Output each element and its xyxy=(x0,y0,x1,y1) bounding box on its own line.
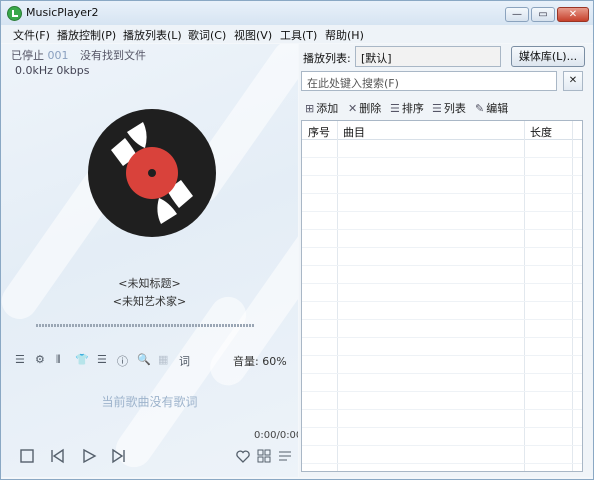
media-library-button[interactable]: 媒体库(L)... xyxy=(511,46,585,67)
grid-view-icon[interactable] xyxy=(256,448,272,464)
list-icon[interactable]: ☰ xyxy=(15,353,25,366)
table-row xyxy=(302,445,582,446)
playlist-label: 播放列表: xyxy=(303,52,351,65)
lyrics-area: 当前歌曲没有歌词 xyxy=(101,395,198,409)
table-row xyxy=(302,463,582,464)
column-header-index[interactable]: 序号 xyxy=(308,124,330,140)
table-row xyxy=(302,265,582,266)
lyrics-icon[interactable]: 词 xyxy=(179,353,190,369)
book-icon[interactable]: ▦ xyxy=(158,353,168,366)
table-row xyxy=(302,391,582,392)
column-divider xyxy=(572,121,573,471)
edit-button[interactable]: ✎ 编辑 xyxy=(475,100,508,116)
add-label: 添加 xyxy=(316,102,339,115)
app-logo-icon xyxy=(7,6,22,21)
table-row xyxy=(302,337,582,338)
edit-icon: ✎ xyxy=(475,102,485,115)
album-disc-icon xyxy=(88,109,216,237)
menu-icon[interactable]: ☰ xyxy=(97,353,107,366)
previous-button[interactable] xyxy=(49,448,65,464)
column-divider xyxy=(337,121,338,471)
track-number: 001 xyxy=(47,49,69,62)
table-row xyxy=(302,319,582,320)
menu-lyrics[interactable]: 歌词(C) xyxy=(188,27,226,43)
stop-button[interactable] xyxy=(19,448,35,464)
menu-help[interactable]: 帮助(H) xyxy=(325,27,364,43)
clear-search-button[interactable]: ✕ xyxy=(563,71,583,91)
list-icon: ☰ xyxy=(432,102,442,115)
equalizer-icon[interactable]: ⫴ xyxy=(56,353,61,367)
edit-label: 编辑 xyxy=(486,102,509,115)
shirt-icon[interactable]: 👕 xyxy=(75,353,89,366)
playlist-panel: 播放列表: [默认] 媒体库(L)... 在此处键入搜索(F) ✕ ⊞ 添加 ✕ 删… xyxy=(299,44,593,477)
menu-tools[interactable]: 工具(T) xyxy=(280,27,317,43)
main-window: MusicPlayer2 — ▭ ✕ 文件(F) 播放控制(P) 播放列表(L)… xyxy=(0,0,594,480)
time-display: 0:00/0:00 xyxy=(254,430,298,441)
play-button[interactable] xyxy=(81,448,97,464)
maximize-icon: ▭ xyxy=(538,9,548,20)
delete-icon: ✕ xyxy=(348,102,358,115)
table-row xyxy=(302,409,582,410)
bitrate-info: 0.0kHz 0kbps xyxy=(15,64,90,77)
menu-view[interactable]: 视图(V) xyxy=(234,27,272,43)
delete-button[interactable]: ✕ 删除 xyxy=(348,100,381,116)
close-icon: ✕ xyxy=(568,9,578,20)
menu-bar: 文件(F) 播放控制(P) 播放列表(L) 歌词(C) 视图(V) 工具(T) … xyxy=(1,25,593,43)
add-icon: ⊞ xyxy=(305,102,315,115)
close-button[interactable]: ✕ xyxy=(557,7,589,22)
table-row xyxy=(302,301,582,302)
list-button[interactable]: ☰ 列表 xyxy=(432,100,466,116)
table-row xyxy=(302,373,582,374)
playlist-name-field[interactable]: [默认] xyxy=(355,46,501,67)
table-row xyxy=(302,193,582,194)
menu-playback[interactable]: 播放控制(P) xyxy=(57,27,116,43)
table-row xyxy=(302,283,582,284)
table-row xyxy=(302,247,582,248)
song-title: <未知标题> xyxy=(118,277,181,290)
table-row xyxy=(302,229,582,230)
player-panel: 已停止 001 没有找到文件 0.0kHz 0kbps <未知标题> <未知艺术… xyxy=(1,44,298,477)
table-row xyxy=(302,211,582,212)
info-icon[interactable]: ⓘ xyxy=(117,353,128,369)
next-button[interactable] xyxy=(111,448,127,464)
volume-indicator[interactable]: 音量: 60% xyxy=(233,353,287,369)
maximize-button[interactable]: ▭ xyxy=(531,7,555,22)
search-input[interactable]: 在此处键入搜索(F) xyxy=(301,71,557,91)
table-row xyxy=(302,355,582,356)
artist-name: <未知艺术家> xyxy=(112,295,187,308)
sort-label: 排序 xyxy=(401,102,424,115)
search-icon[interactable]: 🔍 xyxy=(137,353,151,366)
table-row xyxy=(302,157,582,158)
status-message: 没有找到文件 xyxy=(80,49,146,62)
settings-icon[interactable]: ⚙ xyxy=(35,353,45,366)
playlist-table[interactable]: 序号 曲目 长度 xyxy=(301,120,583,472)
favorite-heart-icon[interactable] xyxy=(235,448,251,464)
table-header: 序号 曲目 长度 xyxy=(302,121,582,140)
minimize-button[interactable]: — xyxy=(505,7,529,22)
playlist-toggle-icon[interactable] xyxy=(277,448,293,464)
menu-playlist[interactable]: 播放列表(L) xyxy=(123,27,182,43)
column-divider xyxy=(524,121,525,471)
column-header-track[interactable]: 曲目 xyxy=(343,124,365,140)
minimize-icon: — xyxy=(512,9,522,20)
title-bar[interactable]: MusicPlayer2 — ▭ ✕ xyxy=(1,1,593,25)
window-title: MusicPlayer2 xyxy=(26,6,99,19)
list-label: 列表 xyxy=(443,102,466,115)
table-row xyxy=(302,175,582,176)
table-row xyxy=(302,427,582,428)
progress-bar[interactable] xyxy=(36,324,254,327)
play-status: 已停止 xyxy=(11,49,44,62)
column-header-length[interactable]: 长度 xyxy=(530,124,552,140)
menu-file[interactable]: 文件(F) xyxy=(13,27,50,43)
add-button[interactable]: ⊞ 添加 xyxy=(305,100,338,116)
delete-label: 删除 xyxy=(359,102,382,115)
sort-icon: ☰ xyxy=(390,102,400,115)
status-line: 已停止 001 没有找到文件 xyxy=(11,47,146,63)
sort-button[interactable]: ☰ 排序 xyxy=(390,100,424,116)
